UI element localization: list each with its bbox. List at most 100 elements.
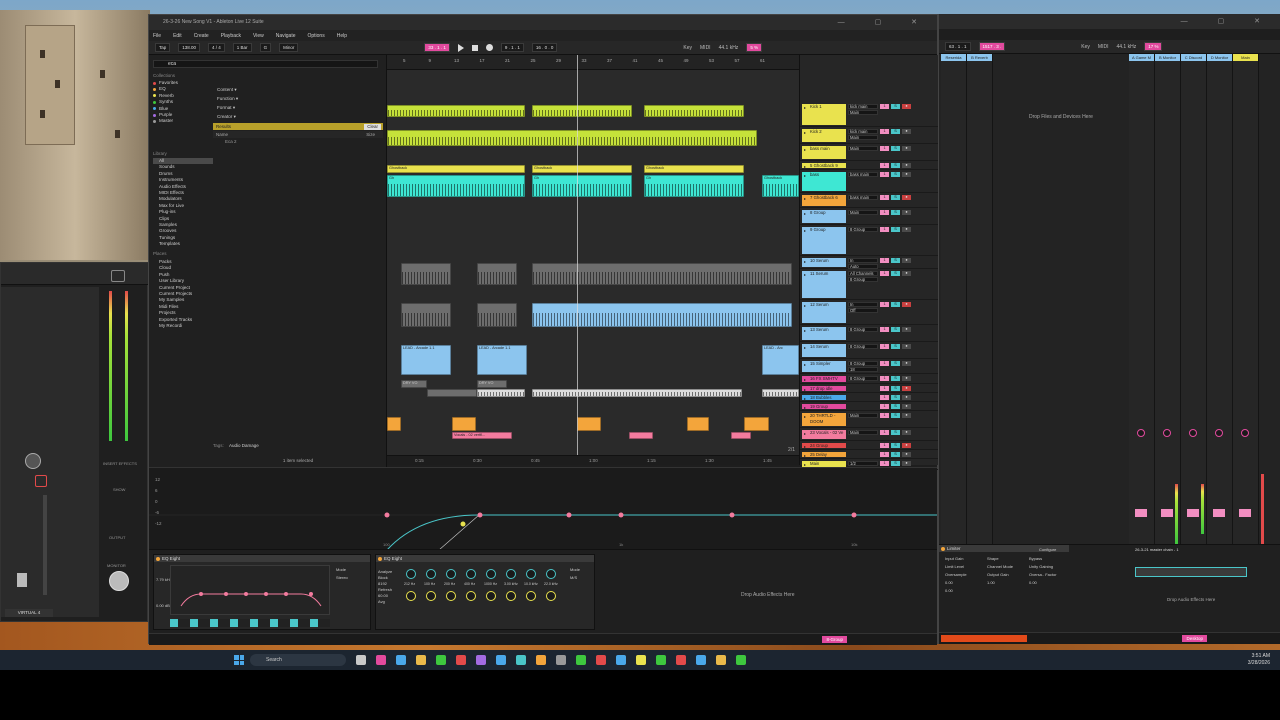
return-b-title[interactable]: B Reverb xyxy=(967,54,992,61)
track-lane[interactable]: DRY VO DRY VO xyxy=(387,380,799,388)
track-lane[interactable] xyxy=(387,417,799,431)
stop-button[interactable] xyxy=(471,44,478,51)
track-arm-button[interactable]: ● xyxy=(902,227,911,232)
track-name[interactable]: ▸ 9 Group xyxy=(802,227,846,254)
limiter-param-value[interactable]: 1.00 xyxy=(987,579,1029,587)
eq2-gain-knob[interactable] xyxy=(466,591,476,601)
mixer-strip-title[interactable]: D Monitor xyxy=(1207,54,1232,61)
taskbar-app-icon[interactable] xyxy=(376,655,386,665)
track-activator-button[interactable]: 1 xyxy=(880,461,889,466)
second-loop-field[interactable]: 1517 . 3 . xyxy=(978,42,1006,51)
track-arm-button[interactable]: ● xyxy=(902,404,911,409)
taskbar-app-icon[interactable] xyxy=(676,655,686,665)
filter-function[interactable]: Function ▾ xyxy=(213,94,383,103)
clip[interactable] xyxy=(629,432,653,439)
taskbar-app-icon[interactable] xyxy=(436,655,446,665)
track-solo-button[interactable]: S xyxy=(891,327,900,332)
limiter-param-label[interactable]: Unity Gaining xyxy=(1029,563,1071,571)
eq-band-7[interactable] xyxy=(460,521,466,527)
routing-select[interactable]: Main xyxy=(848,430,878,435)
track-lane[interactable]: Vocals - 02 vertfl... xyxy=(387,432,799,439)
track-header[interactable]: ▸ 7 Ghostback 6 bass main 1 S ● xyxy=(800,194,939,208)
track-fold-icon[interactable]: ▸ xyxy=(804,328,806,334)
chain-drop-zone[interactable]: Drop Audio Effects Here xyxy=(1167,597,1215,602)
taskbar-app-icon[interactable] xyxy=(536,655,546,665)
eq2-gain-knob[interactable] xyxy=(426,591,436,601)
track-solo-button[interactable]: S xyxy=(891,129,900,134)
arrangement-view[interactable]: 5 9 13 17 21 25 29 33 37 41 45 49 53 57 61 Ghostback Gh… xyxy=(387,55,799,465)
track-name[interactable]: ▸ 8 Group xyxy=(802,210,846,223)
track-header[interactable]: ▸ 23 Vocals - 02 Ve Main 1 S ● xyxy=(800,429,939,441)
strip-pan-knob[interactable] xyxy=(1163,429,1171,437)
limiter-param-label[interactable]: Output Gain xyxy=(987,571,1029,579)
track-header[interactable]: ▸ bass main Main 1 S ● xyxy=(800,145,939,161)
track-arm-button[interactable]: ● xyxy=(902,271,911,276)
result-item[interactable]: Eca 2 xyxy=(213,139,383,145)
beat-ruler[interactable]: 5 9 13 17 21 25 29 33 37 41 45 49 53 57 61 xyxy=(387,55,799,70)
track-solo-button[interactable]: S xyxy=(891,376,900,381)
taskbar-app-icon[interactable] xyxy=(656,655,666,665)
clip[interactable]: LEAD - Arcade 1.1 xyxy=(477,345,527,375)
routing-select[interactable]: Main xyxy=(848,146,878,151)
clip[interactable]: Ghostback xyxy=(762,175,799,197)
clip[interactable] xyxy=(387,105,525,117)
track-name[interactable]: ▸ 20 THRTLD - DOOM xyxy=(802,413,846,426)
play-button[interactable] xyxy=(457,43,464,52)
track-lane[interactable] xyxy=(387,105,799,117)
routing-select[interactable]: In xyxy=(848,258,878,263)
routing-select[interactable]: kick main xyxy=(848,129,878,134)
second-status-pill[interactable]: Desktop xyxy=(1182,635,1207,642)
track-activator-button[interactable]: 1 xyxy=(880,129,889,134)
track-activator-button[interactable]: 1 xyxy=(880,361,889,366)
window-controls[interactable]: — ▢ ✕ xyxy=(838,15,931,30)
track-solo-button[interactable]: S xyxy=(891,404,900,409)
track-activator-button[interactable]: 1 xyxy=(880,302,889,307)
track-fold-icon[interactable]: ▸ xyxy=(804,387,806,393)
track-name[interactable]: ▸ 11 Serum xyxy=(802,271,846,298)
mixer-strip[interactable]: C Discord xyxy=(1181,54,1207,554)
limiter-param-label[interactable]: Oversample xyxy=(945,571,987,579)
clip[interactable]: DRY VO xyxy=(401,380,427,388)
track-name[interactable]: ▸ 13 Serum xyxy=(802,327,846,340)
key-select[interactable]: G xyxy=(259,43,272,52)
track-lane[interactable]: LEAD - Arcade 1.1 LEAD - Arcade 1.1 LEAD -… xyxy=(387,345,799,375)
routing-select[interactable]: Main xyxy=(848,413,878,418)
track-activator-button[interactable]: 1 xyxy=(880,172,889,177)
track-fold-icon[interactable]: ▸ xyxy=(804,130,806,136)
track-name[interactable]: ▸ bass xyxy=(802,172,846,191)
return-strip-a[interactable]: Reserida xyxy=(941,54,967,554)
configure-button[interactable]: Configure xyxy=(1039,547,1056,552)
track-activator-button[interactable]: 1 xyxy=(880,386,889,391)
places-item[interactable]: My Recordi xyxy=(153,323,213,329)
routing-select[interactable]: 8 Group xyxy=(848,361,878,366)
track-name[interactable]: ▸ 19 Group xyxy=(802,404,846,410)
mixer-strip-title[interactable]: Main xyxy=(1233,54,1258,61)
eq1-gain[interactable]: 0.00 dB xyxy=(156,603,170,608)
eq2-freq-value[interactable]: 1000 Hz xyxy=(484,582,497,586)
channel-fader[interactable] xyxy=(17,573,27,587)
tags-value[interactable]: Audio Damage xyxy=(229,443,259,448)
mixer-strip-title[interactable]: B Monitor xyxy=(1155,54,1180,61)
clip[interactable] xyxy=(762,389,799,397)
routing-select[interactable]: 1/2 xyxy=(848,461,878,466)
eq1-graph[interactable] xyxy=(170,565,330,615)
eq2-freq-knob[interactable] xyxy=(466,569,476,579)
strip-pan-knob[interactable] xyxy=(1241,429,1249,437)
strip-pan-knob[interactable] xyxy=(1137,429,1145,437)
clip[interactable] xyxy=(532,263,792,285)
eq2-gain-knob[interactable] xyxy=(526,591,536,601)
track-activator-button[interactable]: 1 xyxy=(880,376,889,381)
track-arm-button[interactable]: ● xyxy=(902,344,911,349)
routing-select[interactable]: Main xyxy=(848,110,878,115)
routing-select[interactable]: bass main xyxy=(848,195,878,200)
chain-slot[interactable] xyxy=(1135,567,1247,577)
track-activator-button[interactable]: 1 xyxy=(880,395,889,400)
clip[interactable]: Ghostback xyxy=(532,165,632,173)
record-button[interactable] xyxy=(485,44,493,51)
clip[interactable] xyxy=(687,417,709,431)
menu-file[interactable]: File xyxy=(153,33,161,39)
track-header[interactable]: ▸ 11 Serum All Channels 8 Group 1 S ● xyxy=(800,270,939,300)
loop-start-field[interactable]: 9 . 1 . 1 xyxy=(500,43,524,52)
browser-search-input[interactable]: eca xyxy=(153,60,378,68)
clip[interactable] xyxy=(532,389,742,397)
